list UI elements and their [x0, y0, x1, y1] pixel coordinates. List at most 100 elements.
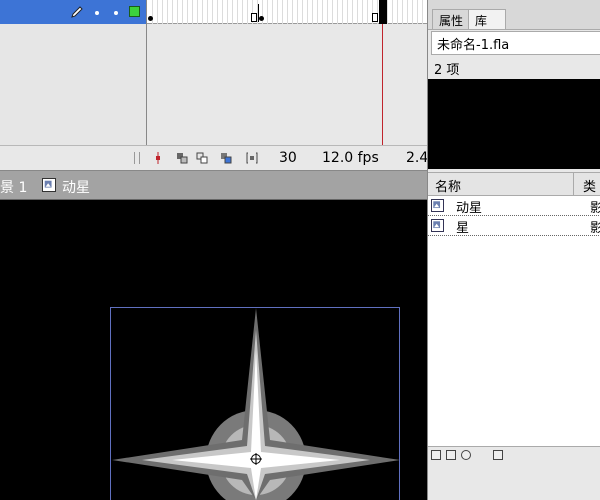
- library-item-type: 影: [590, 201, 600, 216]
- library-file-select[interactable]: 未命名-1.fla: [431, 31, 600, 55]
- column-type[interactable]: 类: [583, 176, 596, 195]
- frame-tick: [222, 0, 223, 24]
- frame-tick: [357, 0, 358, 24]
- library-item-type: 影: [590, 221, 600, 236]
- frame-tick: [227, 0, 228, 24]
- library-item-name: 动星: [456, 201, 483, 216]
- playhead-line: [382, 24, 383, 145]
- frame-tick: [412, 0, 413, 24]
- properties-icon[interactable]: [461, 450, 471, 460]
- onion-skin-outlines-icon[interactable]: [196, 152, 208, 164]
- library-item[interactable]: 星 影: [428, 216, 600, 236]
- frame-tick: [207, 0, 208, 24]
- frame-tick: [302, 0, 303, 24]
- frame-tick: [167, 0, 168, 24]
- frame-tick: [367, 0, 368, 24]
- frame-tick: [307, 0, 308, 24]
- layer-list-area: [0, 24, 146, 145]
- frame-tick: [297, 0, 298, 24]
- frame-tick: [342, 0, 343, 24]
- frame-tick: [247, 0, 248, 24]
- new-folder-icon[interactable]: [446, 450, 456, 460]
- frame-tick: [397, 0, 398, 24]
- stage-canvas[interactable]: [0, 200, 427, 500]
- visibility-dot-icon[interactable]: [95, 11, 99, 15]
- frame-tick: [407, 0, 408, 24]
- frame-tick: [217, 0, 218, 24]
- frame-tick: [327, 0, 328, 24]
- library-item-name: 星: [456, 221, 470, 236]
- frame-tick: [282, 0, 283, 24]
- frame-grid[interactable]: [146, 0, 428, 145]
- playhead-handle[interactable]: [379, 0, 387, 24]
- library-file-name: 未命名-1.fla: [437, 38, 510, 53]
- center-frame-icon[interactable]: [152, 152, 164, 164]
- layer-row-selected[interactable]: [0, 0, 146, 24]
- current-frame: 30: [279, 150, 297, 166]
- frame-tick: [392, 0, 393, 24]
- frame-tick: [387, 0, 388, 24]
- frame-tick: [402, 0, 403, 24]
- frame-tick: [422, 0, 423, 24]
- frame-tick: [192, 0, 193, 24]
- frame-tick: [347, 0, 348, 24]
- frame-tick: [287, 0, 288, 24]
- lock-dot-icon[interactable]: [114, 11, 118, 15]
- tab-properties[interactable]: 属性: [432, 9, 470, 29]
- library-preview: [428, 79, 600, 169]
- library-item-count: 2 项: [428, 57, 600, 79]
- tab-library-label: 库: [475, 14, 488, 28]
- elapsed-time: 2.4: [406, 150, 429, 166]
- star-graphic[interactable]: [0, 200, 427, 500]
- frame-tick: [277, 0, 278, 24]
- frame-tick: [242, 0, 243, 24]
- keyframe[interactable]: [148, 16, 153, 21]
- frame-tick: [162, 0, 163, 24]
- frame-tick: [322, 0, 323, 24]
- tab-library[interactable]: 库 ×: [468, 9, 506, 43]
- frame-tick: [267, 0, 268, 24]
- tab-properties-label: 属性: [439, 14, 464, 28]
- frame-tick: [152, 0, 153, 24]
- column-name[interactable]: 名称: [435, 176, 461, 195]
- breadcrumb: 景 1 动星: [0, 170, 427, 200]
- delete-icon[interactable]: [493, 450, 503, 460]
- column-divider[interactable]: [573, 173, 574, 195]
- library-panel: 属性 库 × 未命名-1.fla 2 项 名称 类 动星 影 星 影: [427, 0, 600, 500]
- timeline-footer: 30 12.0 fps 2.4: [0, 145, 429, 170]
- onion-skin-icon[interactable]: [176, 152, 188, 164]
- keyframe[interactable]: [259, 16, 264, 21]
- frame-tick: [172, 0, 173, 24]
- item-count-label: 2 项: [434, 63, 460, 78]
- splitter-grip-icon[interactable]: [134, 152, 140, 164]
- frame-end-marker[interactable]: [251, 13, 257, 22]
- breadcrumb-symbol[interactable]: 动星: [62, 177, 90, 197]
- library-item[interactable]: 动星 影: [428, 196, 600, 216]
- frame-tick: [352, 0, 353, 24]
- library-item-list: 动星 影 星 影: [428, 196, 600, 446]
- new-symbol-icon[interactable]: [431, 450, 441, 460]
- frame-tick: [157, 0, 158, 24]
- frame-tick: [237, 0, 238, 24]
- breadcrumb-scene[interactable]: 景 1: [0, 177, 27, 197]
- layer-outline-color-icon[interactable]: [129, 6, 140, 17]
- edit-multiple-frames-icon[interactable]: [220, 152, 232, 164]
- frame-tick: [272, 0, 273, 24]
- frame-tick: [187, 0, 188, 24]
- frame-tick: [182, 0, 183, 24]
- frame-tick: [317, 0, 318, 24]
- frame-tick: [362, 0, 363, 24]
- frame-rate[interactable]: 12.0 fps: [322, 150, 379, 166]
- pencil-icon: [71, 6, 83, 18]
- frame-tick: [232, 0, 233, 24]
- frame-tick: [312, 0, 313, 24]
- timeline-panel: 30 12.0 fps 2.4: [0, 0, 429, 170]
- modify-onion-markers-icon[interactable]: [246, 152, 258, 164]
- frame-tick: [197, 0, 198, 24]
- frame-end-marker[interactable]: [372, 13, 378, 22]
- frame-tick: [177, 0, 178, 24]
- movieclip-symbol-icon: [42, 178, 56, 192]
- panel-tab-bar: 属性 库 ×: [428, 0, 600, 43]
- movieclip-symbol-icon: [431, 219, 444, 232]
- frame-tick: [337, 0, 338, 24]
